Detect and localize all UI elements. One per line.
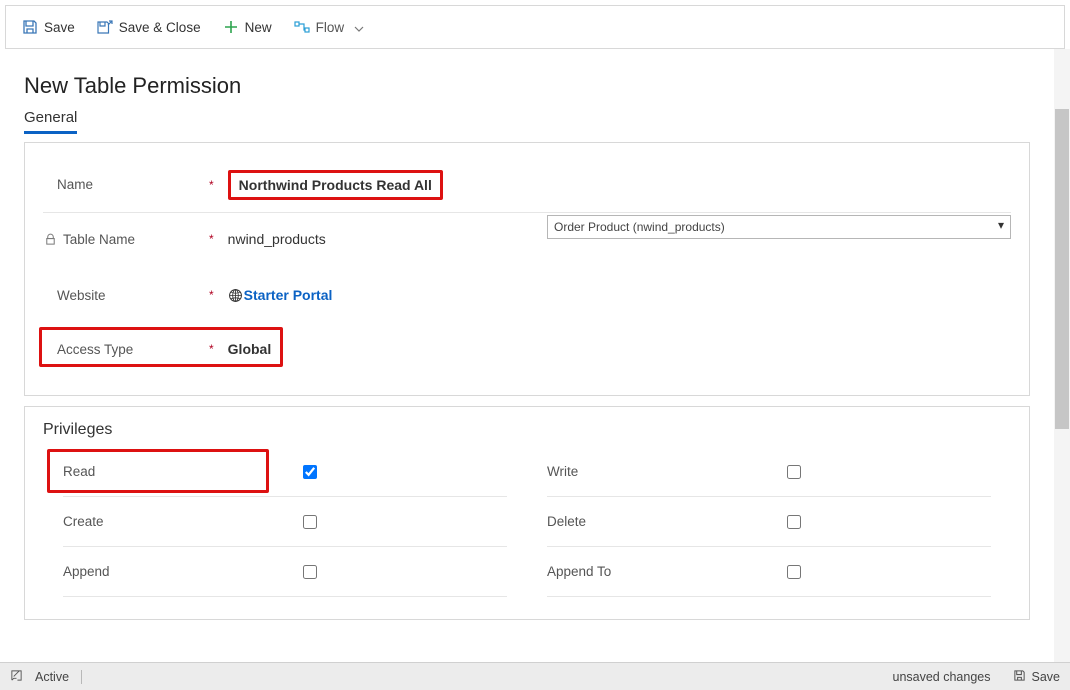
status-edit-icon[interactable] [10, 669, 23, 685]
privilege-delete-checkbox[interactable] [787, 515, 801, 529]
privilege-write-row: Write [547, 447, 991, 497]
general-section: Name * Northwind Products Read All Tabl [24, 142, 1030, 396]
privilege-append-row: Append [63, 547, 507, 597]
privilege-appendto-row: Append To [547, 547, 991, 597]
privilege-append-checkbox[interactable] [303, 565, 317, 579]
vertical-scrollbar[interactable] [1054, 49, 1070, 662]
required-mark: * [209, 232, 214, 246]
save-label: Save [44, 20, 75, 35]
flow-label: Flow [316, 20, 345, 35]
privilege-read-checkbox[interactable] [303, 465, 317, 479]
name-label: Name [57, 177, 93, 192]
status-save-button[interactable]: Save [1013, 669, 1061, 685]
privilege-create-checkbox[interactable] [303, 515, 317, 529]
privilege-write-checkbox[interactable] [787, 465, 801, 479]
table-name-label: Table Name [63, 232, 135, 247]
website-label: Website [57, 288, 106, 303]
plus-icon [223, 19, 239, 35]
privilege-read-label: Read [63, 464, 183, 479]
privilege-append-label: Append [63, 564, 183, 579]
save-close-icon [97, 19, 113, 35]
tab-bar: General [24, 109, 1030, 132]
table-name-dropdown-value: Order Product (nwind_products) [554, 220, 725, 234]
status-state: Active [35, 670, 69, 684]
privilege-appendto-checkbox[interactable] [787, 565, 801, 579]
access-type-value[interactable]: Global [228, 341, 272, 357]
access-type-row: Access Type * Global [43, 325, 523, 373]
website-row: Website * Starter Portal [43, 265, 523, 325]
table-name-dropdown[interactable]: Order Product (nwind_products) [547, 215, 1011, 239]
website-link[interactable]: Starter Portal [244, 287, 333, 303]
new-button[interactable]: New [215, 15, 280, 39]
status-bar: Active unsaved changes Save [0, 662, 1070, 690]
privilege-delete-label: Delete [547, 514, 667, 529]
name-value-highlight: Northwind Products Read All [228, 170, 443, 200]
save-close-button[interactable]: Save & Close [89, 15, 209, 39]
save-close-label: Save & Close [119, 20, 201, 35]
save-icon [1013, 669, 1026, 685]
command-bar: Save Save & Close New Flow [5, 5, 1065, 49]
chevron-down-icon [354, 20, 364, 35]
access-type-label: Access Type [57, 342, 133, 357]
privileges-section: Privileges Read Write Create [24, 406, 1030, 620]
privilege-write-label: Write [547, 464, 667, 479]
table-row-wrap: Table Name * nwind_products Order Produc… [43, 213, 1011, 265]
name-value[interactable]: Northwind Products Read All [239, 177, 432, 193]
privilege-read-row: Read [63, 447, 507, 497]
status-unsaved: unsaved changes [893, 670, 991, 684]
required-mark: * [209, 288, 214, 302]
main-content: New Table Permission General Name * Nort… [0, 49, 1054, 662]
save-button[interactable]: Save [14, 15, 83, 39]
tab-general[interactable]: General [24, 109, 77, 132]
globe-icon [228, 287, 244, 303]
flow-icon [294, 19, 310, 35]
required-mark: * [209, 342, 214, 356]
lock-icon [43, 232, 57, 246]
table-name-value[interactable]: nwind_products [228, 231, 326, 247]
name-row: Name * Northwind Products Read All [43, 157, 1011, 213]
privilege-create-row: Create [63, 497, 507, 547]
status-separator [81, 670, 82, 684]
scrollbar-thumb[interactable] [1055, 109, 1069, 429]
privilege-create-label: Create [63, 514, 183, 529]
save-icon [22, 19, 38, 35]
privilege-appendto-label: Append To [547, 564, 667, 579]
page-title: New Table Permission [24, 73, 1030, 99]
table-name-row: Table Name * nwind_products [43, 213, 523, 265]
flow-menu[interactable]: Flow [286, 15, 373, 39]
privilege-delete-row: Delete [547, 497, 991, 547]
privileges-title: Privileges [43, 421, 1011, 439]
new-label: New [245, 20, 272, 35]
status-save-label: Save [1032, 670, 1061, 684]
required-mark: * [209, 178, 214, 192]
